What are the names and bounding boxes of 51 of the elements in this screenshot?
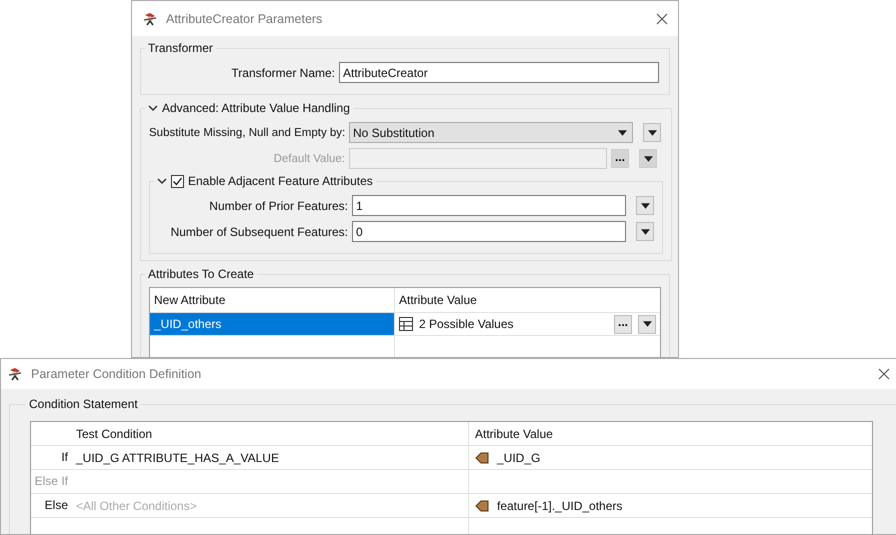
close-icon[interactable] <box>878 368 890 380</box>
column-header: Attribute Value <box>398 292 478 309</box>
field-label: Transformer Name: <box>230 66 335 80</box>
field-label: Number of Prior Features: <box>208 198 348 212</box>
checkbox-label: Enable Adjacent Feature Attributes <box>188 174 373 188</box>
caret-icon <box>644 156 652 162</box>
field-label: Substitute Missing, Null and Empty by: <box>149 126 345 138</box>
group-title: Condition Statement <box>28 397 139 411</box>
table-icon <box>399 317 413 331</box>
checkbox[interactable] <box>171 174 184 188</box>
menu-button[interactable] <box>636 222 654 241</box>
number-field[interactable]: 1 <box>352 195 626 216</box>
table-cell[interactable]: feature[-1]._UID_others <box>497 498 622 512</box>
column-header: Attribute Value <box>474 426 554 442</box>
caret-icon <box>648 130 656 136</box>
group-title: Transformer <box>147 41 214 55</box>
menu-button[interactable] <box>636 196 654 215</box>
table-cell[interactable]: _UID_G ATTRIBUTE_HAS_A_VALUE <box>76 450 279 464</box>
chevron-icon[interactable] <box>148 103 158 113</box>
menu-button[interactable] <box>638 314 656 334</box>
table-cell-text: 2 Possible Values <box>419 317 514 331</box>
caret-icon <box>640 228 650 234</box>
window-title: Parameter Condition Definition <box>31 367 202 381</box>
table-cell[interactable]: _UID_others <box>150 313 395 335</box>
caret-icon <box>618 130 627 136</box>
column-header: Test Condition <box>72 422 469 445</box>
substitute-dropdown[interactable]: No Substitution <box>349 122 633 143</box>
menu-button[interactable] <box>639 149 657 168</box>
field-label: Number of Subsequent Features: <box>170 224 348 238</box>
group-title: Attributes To Create <box>147 267 255 281</box>
row-label: If <box>60 449 69 466</box>
attribute-icon <box>475 500 489 512</box>
caret-icon <box>642 321 652 327</box>
window-title: AttributeCreator Parameters <box>166 12 324 26</box>
browse-button[interactable]: ... <box>611 149 629 168</box>
number-field[interactable]: 0 <box>352 221 626 242</box>
field-label: Default Value: <box>272 152 345 164</box>
attribute-icon <box>475 452 489 464</box>
caret-icon <box>640 202 650 208</box>
app-icon <box>7 366 23 382</box>
close-icon[interactable] <box>656 12 668 24</box>
column-header: New Attribute <box>150 288 395 312</box>
chevron-icon[interactable] <box>157 176 167 186</box>
row-label: Else <box>44 497 69 514</box>
menu-button[interactable] <box>643 123 661 142</box>
table-cell[interactable]: _UID_G <box>497 450 540 464</box>
group-title: Advanced: Attribute Value Handling <box>162 101 350 115</box>
row-label: Else If <box>34 473 69 490</box>
browse-button[interactable]: ... <box>614 314 632 334</box>
app-icon <box>142 10 158 26</box>
transformer-name-field[interactable]: AttributeCreator <box>339 62 659 83</box>
